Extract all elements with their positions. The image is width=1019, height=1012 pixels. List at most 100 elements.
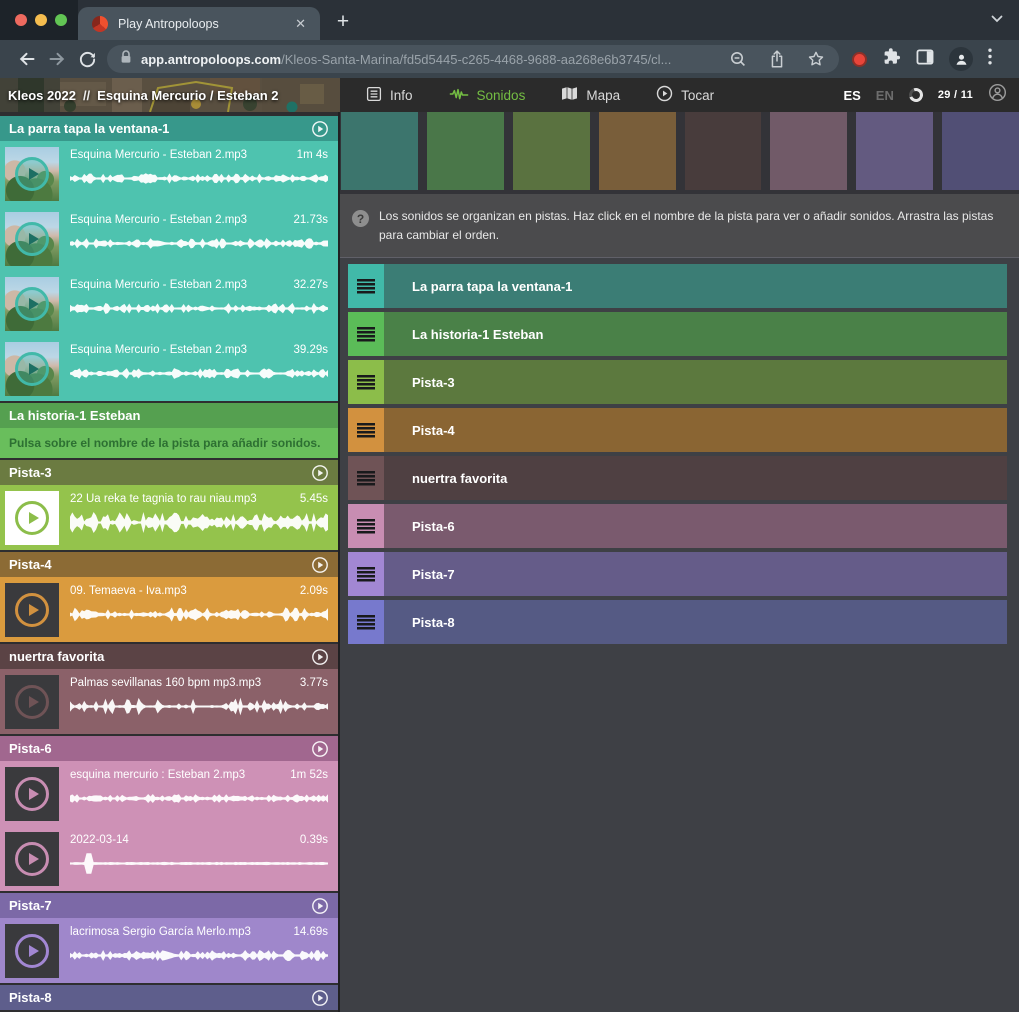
clip-play-button[interactable] [5, 491, 59, 545]
browser-tab[interactable]: Play Antropoloops ✕ [78, 7, 320, 40]
clip-duration: 1m 4s [297, 149, 328, 161]
track-row[interactable]: Pista-4 [348, 408, 1007, 452]
browser-menu-kebab-icon[interactable] [988, 48, 992, 70]
minimize-window-button[interactable] [35, 14, 47, 26]
bookmark-star-icon[interactable] [807, 50, 825, 68]
back-button[interactable] [12, 44, 42, 74]
sound-clip[interactable]: Esquina Mercurio - Esteban 2.mp332.27s [0, 271, 338, 336]
track-play-icon[interactable] [311, 120, 329, 138]
track-row-bar[interactable]: La historia-1 Esteban [384, 312, 1007, 356]
track-row-bar[interactable]: nuertra favorita [384, 456, 1007, 500]
track-swatch-3[interactable] [513, 112, 590, 190]
clip-play-button[interactable] [5, 832, 59, 886]
track-row[interactable]: Pista-7 [348, 552, 1007, 596]
track-header[interactable]: nuertra favorita [0, 644, 338, 669]
track-row[interactable]: Pista-8 [348, 600, 1007, 644]
play-triangle-icon [29, 853, 39, 865]
track-header[interactable]: La historia-1 Esteban [0, 403, 338, 428]
track-row[interactable]: nuertra favorita [348, 456, 1007, 500]
track-row[interactable]: Pista-3 [348, 360, 1007, 404]
drag-handle[interactable] [348, 312, 384, 356]
sound-clip[interactable]: Palmas sevillanas 160 bpm mp3.mp33.77s [0, 669, 338, 734]
tab-tocar[interactable]: Tocar [656, 85, 714, 105]
sound-clip[interactable]: 22 Ua reka te tagnia to rau niau.mp35.45… [0, 485, 338, 550]
language-es[interactable]: ES [843, 88, 860, 103]
track-header[interactable]: Pista-4 [0, 552, 338, 577]
tab-mapa[interactable]: Mapa [561, 86, 620, 104]
tab-sonidos[interactable]: Sonidos [449, 87, 526, 104]
track-play-icon[interactable] [311, 556, 329, 574]
track-swatch-6[interactable] [770, 112, 847, 190]
track-swatch-7[interactable] [856, 112, 933, 190]
zoom-window-button[interactable] [55, 14, 67, 26]
sound-clip[interactable]: Esquina Mercurio - Esteban 2.mp31m 4s [0, 141, 338, 206]
reload-button[interactable] [72, 44, 102, 74]
address-bar[interactable]: app.antropoloops.com/Kleos-Santa-Marina/… [107, 45, 839, 73]
sound-clip[interactable]: Esquina Mercurio - Esteban 2.mp321.73s [0, 206, 338, 271]
drag-handle[interactable] [348, 504, 384, 548]
track-play-icon[interactable] [311, 740, 329, 758]
extensions-puzzle-icon[interactable] [882, 47, 901, 71]
share-icon[interactable] [769, 50, 785, 69]
close-window-button[interactable] [15, 14, 27, 26]
forward-button[interactable] [42, 44, 72, 74]
profile-avatar[interactable] [949, 47, 973, 71]
sound-clip[interactable]: 09. Temaeva - Iva.mp32.09s [0, 577, 338, 642]
track-header[interactable]: Pista-7 [0, 893, 338, 918]
tab-info[interactable]: Info [366, 86, 413, 105]
sound-clip[interactable]: lacrimosa Sergio García Merlo.mp314.69s [0, 918, 338, 983]
clip-play-button[interactable] [5, 583, 59, 637]
track-play-icon[interactable] [311, 648, 329, 666]
track-play-icon[interactable] [311, 464, 329, 482]
track-play-icon[interactable] [311, 989, 329, 1007]
track-header[interactable]: Pista-6 [0, 736, 338, 761]
drag-handle[interactable] [348, 264, 384, 308]
track-swatch-4[interactable] [599, 112, 676, 190]
track-row[interactable]: Pista-6 [348, 504, 1007, 548]
clip-play-button[interactable] [5, 924, 59, 978]
tab-search-chevron-icon[interactable] [991, 10, 1003, 28]
track-row-bar[interactable]: Pista-4 [384, 408, 1007, 452]
track-row[interactable]: La parra tapa la ventana-1 [348, 264, 1007, 308]
drag-handle[interactable] [348, 408, 384, 452]
track-swatch-5[interactable] [685, 112, 762, 190]
track-header[interactable]: Pista-8 [0, 985, 338, 1010]
app-nav: Info Sonidos Mapa Tocar [366, 85, 714, 105]
record-indicator-icon[interactable] [852, 52, 867, 67]
clip-play-button[interactable] [5, 767, 59, 821]
clip-play-button[interactable] [5, 147, 59, 201]
track-row[interactable]: La historia-1 Esteban [348, 312, 1007, 356]
project-breadcrumb[interactable]: Kleos 2022//Esquina Mercurio / Esteban 2 [0, 78, 340, 112]
account-icon[interactable] [988, 83, 1007, 107]
drag-handle[interactable] [348, 552, 384, 596]
drag-handle[interactable] [348, 360, 384, 404]
side-panel-icon[interactable] [916, 49, 934, 70]
help-text: Los sonidos se organizan en pistas. Haz … [379, 207, 999, 245]
track-header[interactable]: Pista-3 [0, 460, 338, 485]
loading-spinner-icon [907, 86, 926, 105]
track-swatch-1[interactable] [341, 112, 418, 190]
clip-duration: 1m 52s [290, 769, 328, 781]
sound-clip[interactable]: esquina mercurio : Esteban 2.mp31m 52s [0, 761, 338, 826]
track-row-bar[interactable]: Pista-6 [384, 504, 1007, 548]
sound-clip[interactable]: Esquina Mercurio - Esteban 2.mp339.29s [0, 336, 338, 401]
track-play-icon[interactable] [311, 897, 329, 915]
track-row-bar[interactable]: Pista-7 [384, 552, 1007, 596]
drag-handle[interactable] [348, 600, 384, 644]
clip-play-button[interactable] [5, 675, 59, 729]
tab-close-icon[interactable]: ✕ [291, 14, 310, 34]
track-swatch-8[interactable] [942, 112, 1019, 190]
track-swatch-2[interactable] [427, 112, 504, 190]
track-row-bar[interactable]: La parra tapa la ventana-1 [384, 264, 1007, 308]
zoom-out-icon[interactable] [729, 50, 747, 68]
sound-clip[interactable]: 2022-03-140.39s [0, 826, 338, 891]
track-row-bar[interactable]: Pista-8 [384, 600, 1007, 644]
clip-play-button[interactable] [5, 277, 59, 331]
new-tab-button[interactable]: + [328, 7, 358, 37]
clip-play-button[interactable] [5, 212, 59, 266]
language-en[interactable]: EN [876, 88, 894, 103]
clip-play-button[interactable] [5, 342, 59, 396]
track-header[interactable]: La parra tapa la ventana-1 [0, 116, 338, 141]
track-row-bar[interactable]: Pista-3 [384, 360, 1007, 404]
drag-handle[interactable] [348, 456, 384, 500]
